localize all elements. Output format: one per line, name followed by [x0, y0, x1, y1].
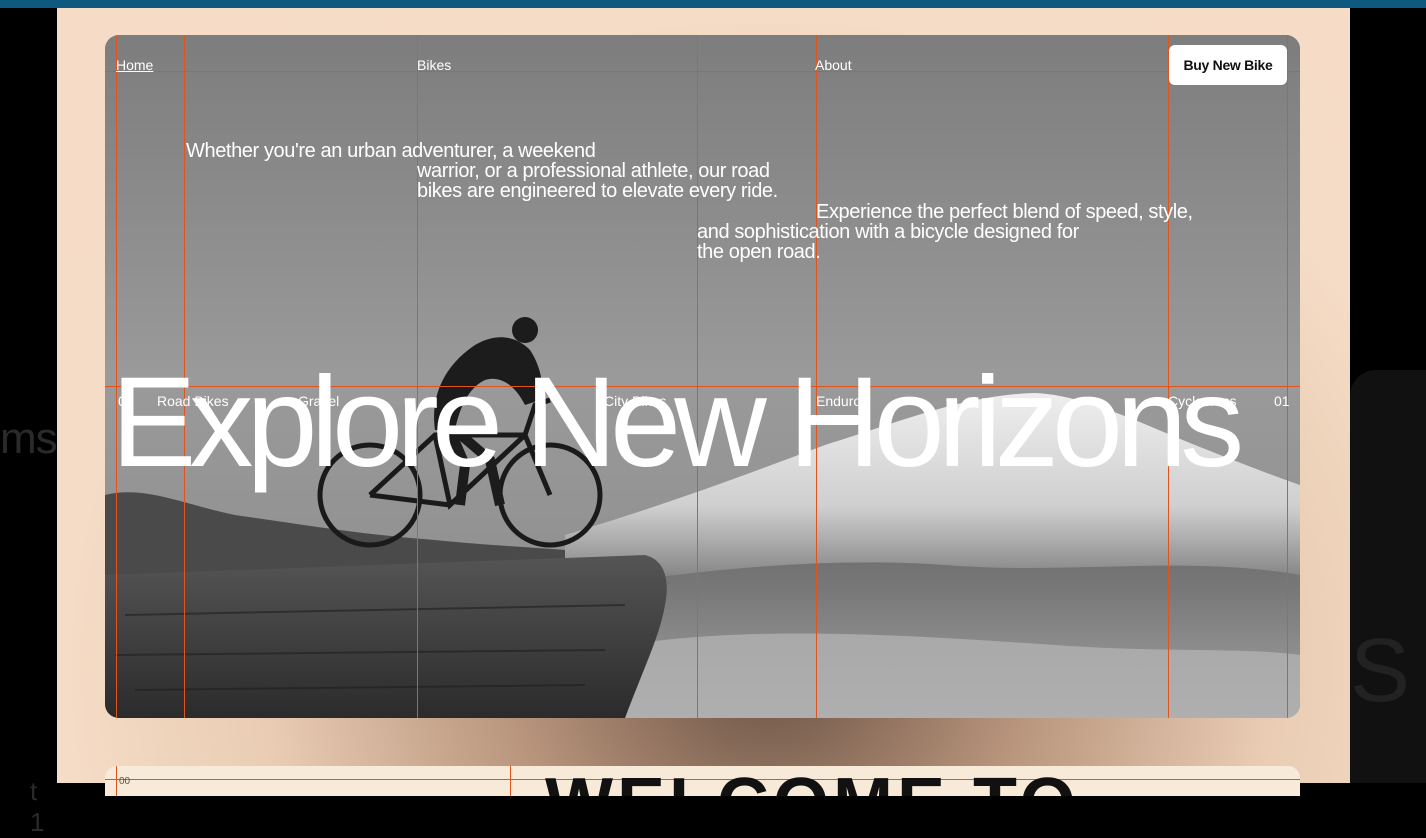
category-enduro[interactable]: Enduro [816, 393, 861, 409]
hero-title: Explore New Horizons [111, 350, 1244, 494]
hero-copy-line: warrior, or a professional athlete, our … [417, 160, 770, 182]
hero-copy-line: Experience the perfect blend of speed, s… [816, 201, 1193, 223]
category-index: 01 [118, 393, 134, 409]
hero-copy-line: Whether you're an urban adventurer, a we… [186, 140, 596, 162]
category-city-bikes[interactable]: City Bikes [604, 393, 666, 409]
category-gravel[interactable]: Gravel [298, 393, 339, 409]
background-ghost-text: t 1 [30, 776, 45, 837]
hero-copy-line: and sophistication with a bicycle design… [697, 221, 1079, 243]
background-panel-left: ms t 1 [0, 8, 58, 837]
section-number: 00 [119, 776, 131, 787]
category-cyclocross[interactable]: Cyclocross [1168, 393, 1236, 409]
welcome-heading: WELCOME TO [545, 768, 1080, 796]
background-ghost-text: S [1350, 621, 1411, 721]
nav-link-home[interactable]: Home [116, 57, 153, 73]
buy-new-bike-button[interactable]: Buy New Bike [1169, 45, 1287, 85]
layout-grid-line [510, 766, 511, 796]
layout-grid-line [1287, 35, 1288, 718]
category-road-bikes[interactable]: Road Bikes [157, 393, 229, 409]
background-ghost-card: S [1350, 370, 1426, 783]
nav-link-bikes[interactable]: Bikes [417, 57, 451, 73]
layout-grid-line [116, 766, 117, 796]
landing-page: Home Bikes About Buy New Bike Whether yo… [57, 8, 1350, 796]
welcome-section-preview: 00 WELCOME TO [105, 766, 1300, 796]
hero-copy-line: bikes are engineered to elevate every ri… [417, 180, 778, 202]
background-ghost-text: ms [0, 414, 58, 463]
category-index: 01 [1274, 393, 1290, 409]
hero-copy-line: the open road. [697, 241, 821, 263]
hero-section: Home Bikes About Buy New Bike Whether yo… [105, 35, 1300, 718]
layout-grid-line [105, 71, 1300, 72]
window-top-bar [0, 0, 1426, 8]
nav-link-about[interactable]: About [815, 57, 852, 73]
